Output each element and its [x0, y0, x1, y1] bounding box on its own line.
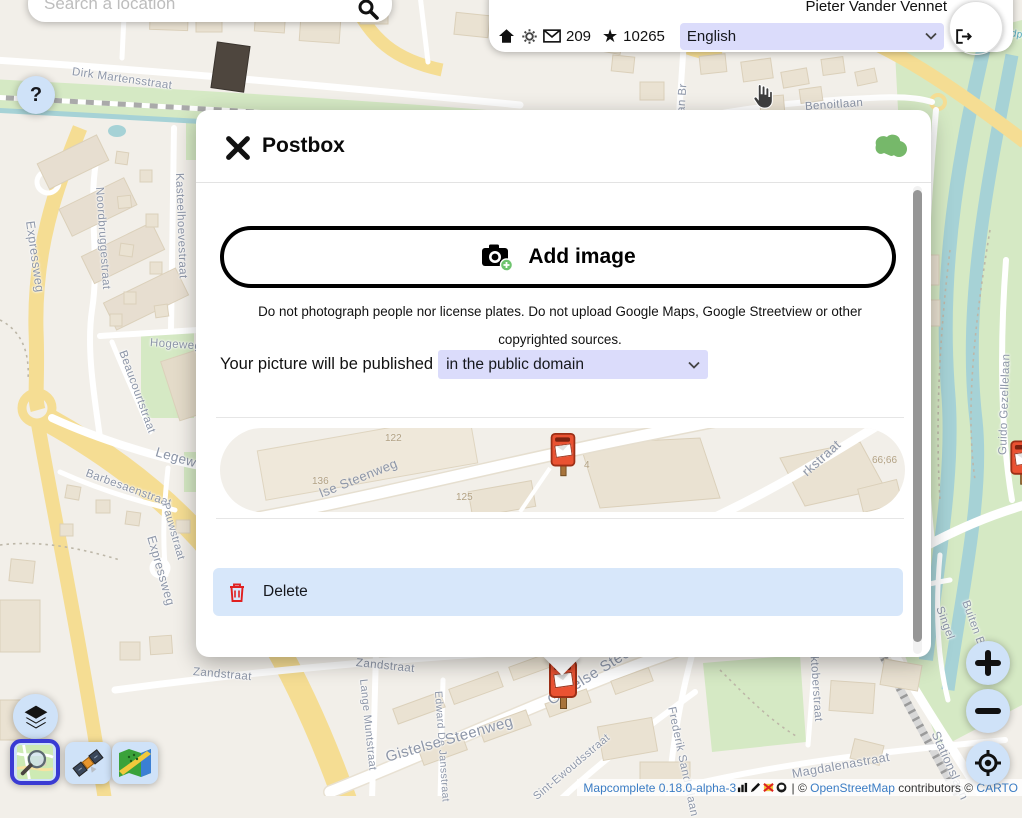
language-selected: English: [687, 28, 736, 45]
license-select[interactable]: in the public domain: [438, 350, 708, 379]
plus-icon: [975, 650, 1001, 676]
house-number-label: 4: [584, 460, 590, 471]
osm-link[interactable]: OpenStreetMap: [810, 781, 895, 795]
avatar[interactable]: [949, 1, 1003, 55]
map-style-satellite-button[interactable]: [65, 742, 111, 784]
image-upload-hint: Do not photograph people nor license pla…: [228, 298, 892, 354]
chevron-down-icon: [925, 32, 937, 40]
add-image-label: Add image: [528, 245, 635, 269]
divider: [216, 417, 904, 418]
scrollbar-thumb[interactable]: [913, 190, 922, 642]
camera-plus-icon: [480, 242, 514, 272]
user-panel: Pieter Vander Vennet 209 ★ 10265 English: [489, 0, 1013, 52]
osm-community-icon[interactable]: [763, 782, 774, 793]
geolocate-button[interactable]: [966, 741, 1010, 785]
dialog-title: Postbox: [262, 134, 345, 158]
trash-icon: [228, 582, 246, 603]
map-style-map-button[interactable]: [112, 742, 158, 784]
chevron-down-icon: [688, 361, 700, 369]
satellite-style-icon: [70, 746, 106, 780]
help-button[interactable]: ?: [17, 76, 55, 114]
messages-count[interactable]: 209: [566, 28, 591, 45]
house-number-label: 66;66: [872, 455, 897, 466]
dialog-minimap[interactable]: lse Steenweg rkstraat 122 136 125 4 66;66: [220, 428, 905, 512]
search-icon[interactable]: [356, 0, 380, 21]
home-icon[interactable]: [497, 27, 516, 45]
license-selected: in the public domain: [446, 356, 584, 374]
search-bar[interactable]: [28, 0, 392, 22]
zoom-in-button[interactable]: [966, 641, 1010, 685]
divider: [196, 182, 931, 183]
delete-button[interactable]: Delete: [213, 568, 903, 616]
gear-icon[interactable]: [521, 28, 538, 45]
pencil-icon[interactable]: [750, 782, 761, 793]
attribution-bar: Mapcomplete 0.18.0-alpha-3 | © OpenStree…: [577, 779, 1022, 796]
user-name: Pieter Vander Vennet: [806, 0, 948, 15]
dialog-scrollbar[interactable]: [913, 186, 922, 654]
messages-envelope-icon[interactable]: [543, 29, 561, 43]
layers-button[interactable]: [13, 694, 58, 739]
street-label: rkstraat: [799, 437, 844, 479]
star-icon: ★: [602, 26, 618, 47]
delete-label: Delete: [263, 583, 308, 601]
attribution-separator: | ©: [788, 781, 810, 795]
license-prefix-label: Your picture will be published: [220, 355, 433, 374]
minus-icon: [975, 698, 1001, 724]
theme-logo-icon: [873, 131, 909, 167]
house-number-label: 136: [312, 476, 329, 487]
mastodon-icon[interactable]: [776, 782, 787, 793]
postbox-marker-edge[interactable]: [1010, 441, 1022, 486]
close-icon[interactable]: [224, 134, 252, 162]
house-number-label: 125: [456, 492, 473, 503]
hand-cursor-icon: [746, 82, 773, 110]
postbox-dialog: Postbox Add image Do not photograph peop…: [196, 110, 931, 657]
geolocate-crosshair-icon: [974, 749, 1002, 777]
stats-icon[interactable]: [737, 782, 748, 793]
divider: [216, 518, 904, 519]
help-icon: ?: [30, 84, 42, 107]
house-number-label: 122: [385, 433, 402, 444]
stars-count[interactable]: 10265: [623, 28, 665, 45]
street-label: lse Steenweg: [317, 456, 399, 501]
attribution-contributors: contributors ©: [895, 781, 977, 795]
marker-envelope-icon: [553, 672, 574, 689]
map-style-osm-button-selected[interactable]: [10, 739, 60, 785]
search-input[interactable]: [42, 0, 356, 15]
add-image-button[interactable]: Add image: [220, 226, 896, 288]
map-style-icon: [117, 747, 153, 779]
language-select[interactable]: English: [680, 23, 944, 50]
zoom-out-button[interactable]: [966, 689, 1010, 733]
mapcomplete-version-link[interactable]: Mapcomplete 0.18.0-alpha-3: [583, 781, 736, 795]
layers-icon: [22, 703, 50, 731]
osm-carto-style-icon: [16, 744, 54, 780]
minimap-postbox-marker[interactable]: [550, 433, 576, 477]
